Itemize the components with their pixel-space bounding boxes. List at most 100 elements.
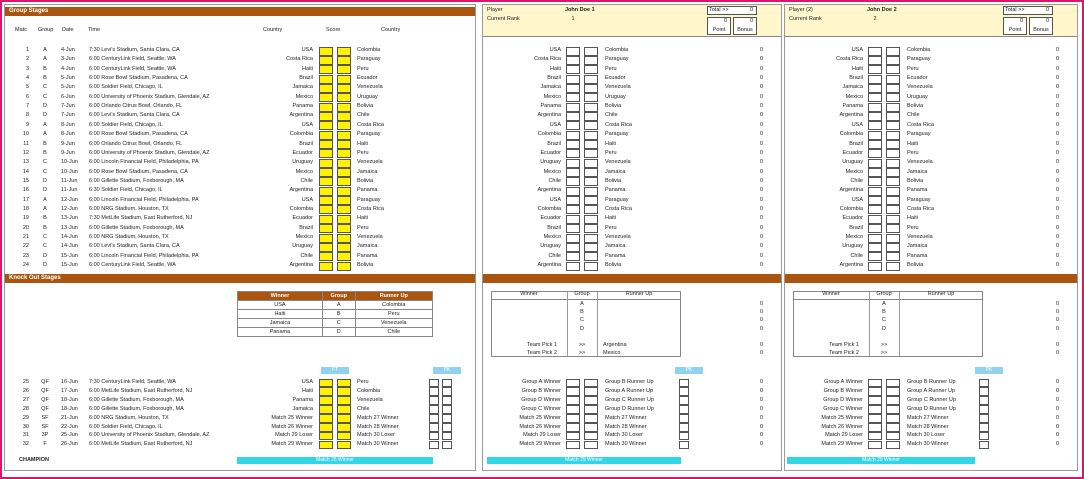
away-score-input[interactable] (337, 121, 351, 131)
home-score-input[interactable] (319, 111, 333, 121)
away-score-input[interactable] (337, 177, 351, 187)
away-score-input[interactable] (337, 252, 351, 262)
home-pred-input[interactable] (868, 121, 882, 131)
home-pred-input[interactable] (868, 65, 882, 75)
away-pred-input[interactable] (886, 261, 900, 271)
pk-pred-input[interactable] (979, 378, 989, 387)
away-pred-input[interactable] (584, 177, 598, 187)
home-pred-input[interactable] (868, 177, 882, 187)
away-pred-input[interactable] (584, 431, 598, 441)
home-pred-input[interactable] (566, 130, 580, 140)
home-pred-input[interactable] (566, 224, 580, 234)
pk-home-input[interactable] (429, 423, 439, 432)
away-pred-input[interactable] (584, 440, 598, 450)
away-pred-input[interactable] (584, 149, 598, 159)
home-score-input[interactable] (319, 214, 333, 224)
home-pred-input[interactable] (566, 396, 580, 405)
away-pred-input[interactable] (886, 252, 900, 262)
home-pred-input[interactable] (566, 65, 580, 75)
home-score-input[interactable] (319, 261, 333, 271)
home-score-input[interactable] (319, 431, 333, 441)
home-pred-input[interactable] (868, 130, 882, 140)
pk-pred-input[interactable] (679, 440, 689, 450)
away-pred-input[interactable] (886, 233, 900, 243)
away-pred-input[interactable] (584, 74, 598, 84)
home-score-input[interactable] (319, 93, 333, 103)
away-pred-input[interactable] (584, 396, 598, 405)
pk-away-input[interactable] (442, 440, 452, 450)
away-score-input[interactable] (337, 130, 351, 140)
home-pred-input[interactable] (868, 74, 882, 84)
home-score-input[interactable] (319, 414, 333, 423)
home-pred-input[interactable] (566, 214, 580, 224)
away-pred-input[interactable] (584, 102, 598, 112)
pk-pred-input[interactable] (679, 431, 689, 441)
home-score-input[interactable] (319, 140, 333, 149)
home-score-input[interactable] (319, 224, 333, 234)
home-pred-input[interactable] (566, 121, 580, 131)
away-score-input[interactable] (337, 74, 351, 84)
pk-away-input[interactable] (442, 405, 452, 414)
pk-home-input[interactable] (429, 431, 439, 441)
home-pred-input[interactable] (868, 224, 882, 234)
home-pred-input[interactable] (868, 214, 882, 224)
away-pred-input[interactable] (584, 168, 598, 178)
away-score-input[interactable] (337, 168, 351, 178)
home-pred-input[interactable] (868, 55, 882, 65)
home-score-input[interactable] (319, 130, 333, 140)
away-pred-input[interactable] (584, 387, 598, 396)
away-pred-input[interactable] (886, 387, 900, 396)
away-pred-input[interactable] (886, 55, 900, 65)
away-pred-input[interactable] (886, 423, 900, 432)
home-pred-input[interactable] (566, 387, 580, 396)
away-pred-input[interactable] (886, 431, 900, 441)
away-score-input[interactable] (337, 149, 351, 159)
home-pred-input[interactable] (566, 405, 580, 414)
away-score-input[interactable] (337, 423, 351, 432)
away-pred-input[interactable] (886, 214, 900, 224)
away-pred-input[interactable] (886, 242, 900, 252)
pk-away-input[interactable] (442, 414, 452, 423)
home-score-input[interactable] (319, 121, 333, 131)
away-score-input[interactable] (337, 102, 351, 112)
away-score-input[interactable] (337, 46, 351, 56)
pk-pred-input[interactable] (679, 414, 689, 423)
away-score-input[interactable] (337, 242, 351, 252)
away-pred-input[interactable] (886, 440, 900, 450)
away-score-input[interactable] (337, 431, 351, 441)
away-pred-input[interactable] (886, 65, 900, 75)
home-pred-input[interactable] (566, 186, 580, 196)
away-score-input[interactable] (337, 224, 351, 234)
away-pred-input[interactable] (886, 186, 900, 196)
pk-pred-input[interactable] (979, 414, 989, 423)
home-score-input[interactable] (319, 168, 333, 178)
home-pred-input[interactable] (868, 242, 882, 252)
home-pred-input[interactable] (566, 233, 580, 243)
home-score-input[interactable] (319, 405, 333, 414)
home-score-input[interactable] (319, 74, 333, 84)
home-score-input[interactable] (319, 46, 333, 56)
away-pred-input[interactable] (584, 378, 598, 387)
away-score-input[interactable] (337, 378, 351, 387)
pk-pred-input[interactable] (679, 423, 689, 432)
away-pred-input[interactable] (886, 177, 900, 187)
away-pred-input[interactable] (584, 414, 598, 423)
home-pred-input[interactable] (566, 177, 580, 187)
away-pred-input[interactable] (584, 158, 598, 168)
home-pred-input[interactable] (566, 55, 580, 65)
pk-home-input[interactable] (429, 440, 439, 450)
away-pred-input[interactable] (886, 130, 900, 140)
home-pred-input[interactable] (566, 168, 580, 178)
away-pred-input[interactable] (584, 214, 598, 224)
away-pred-input[interactable] (886, 158, 900, 168)
away-pred-input[interactable] (584, 186, 598, 196)
home-pred-input[interactable] (868, 158, 882, 168)
home-score-input[interactable] (319, 149, 333, 159)
away-pred-input[interactable] (886, 196, 900, 206)
home-score-input[interactable] (319, 102, 333, 112)
away-pred-input[interactable] (584, 224, 598, 234)
home-pred-input[interactable] (566, 440, 580, 450)
pk-away-input[interactable] (442, 423, 452, 432)
pk-home-input[interactable] (429, 414, 439, 423)
player-name[interactable]: John Doe 2 (867, 6, 897, 15)
